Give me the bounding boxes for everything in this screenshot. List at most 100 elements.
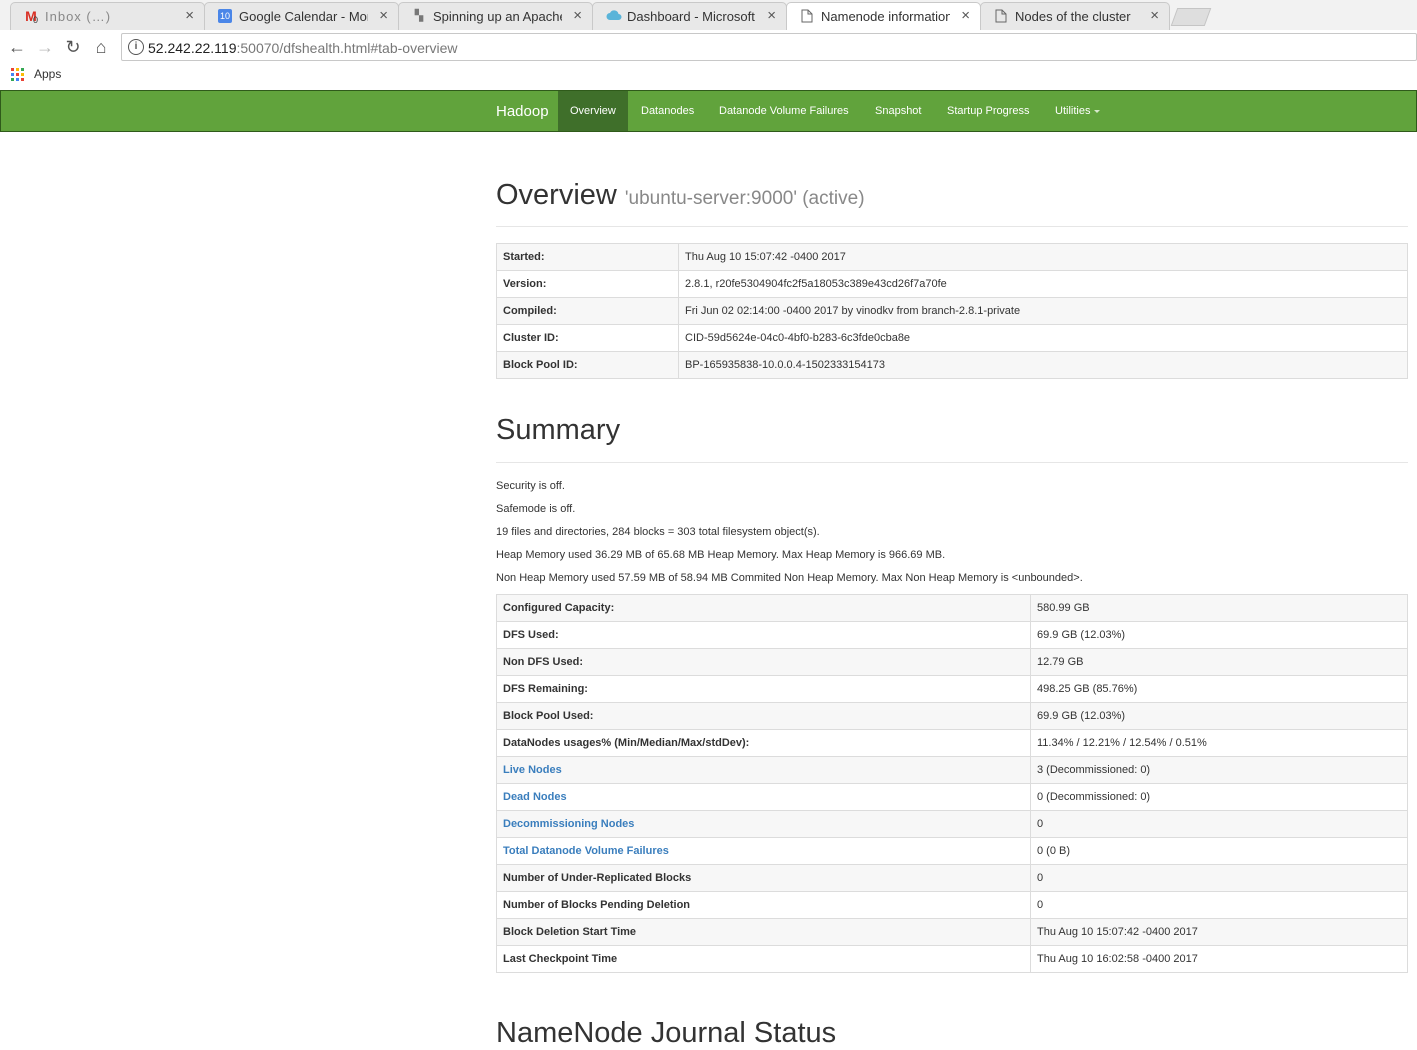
nav-datanode-volume-failures[interactable]: Datanode Volume Failures <box>707 91 861 131</box>
row-label: Dead Nodes <box>496 783 1031 811</box>
summary-table: Configured Capacity: 580.99 GB DFS Used: 69… <box>496 594 1408 973</box>
tab-title: Google Calendar - Month <box>239 9 368 24</box>
row-label: Configured Capacity: <box>496 594 1031 622</box>
gmail-badge: 0 <box>33 15 39 25</box>
dead-nodes-link[interactable]: Dead Nodes <box>503 791 567 803</box>
nav-overview[interactable]: Overview <box>558 91 628 131</box>
row-value: 3 (Decommissioned: 0) <box>1030 756 1408 784</box>
row-value: 498.25 GB (85.76%) <box>1030 675 1408 703</box>
row-label: Compiled: <box>496 297 679 325</box>
row-label: Number of Blocks Pending Deletion <box>496 891 1031 919</box>
row-label: Non DFS Used: <box>496 648 1031 676</box>
row-value: 580.99 GB <box>1030 594 1408 622</box>
row-value: Thu Aug 10 15:07:42 -0400 2017 <box>1030 918 1408 946</box>
info-icon[interactable]: i <box>128 39 144 55</box>
table-row: Block Pool ID: BP-165935838-10.0.0.4-1502… <box>496 351 1408 379</box>
browser-tab-namenode[interactable]: Namenode information × <box>786 2 981 30</box>
close-tab-icon[interactable]: × <box>767 7 776 24</box>
table-row: Decommissioning Nodes 0 <box>496 810 1408 838</box>
row-label: Block Deletion Start Time <box>496 918 1031 946</box>
home-icon[interactable]: ⌂ <box>90 36 112 58</box>
row-value: CID-59d5624e-04c0-4bf0-b283-6c3fde0cba8e <box>678 324 1408 352</box>
table-row: Non DFS Used: 12.79 GB <box>496 648 1408 676</box>
overview-table: Started: Thu Aug 10 15:07:42 -0400 2017 Ve… <box>496 243 1408 379</box>
tab-title: Spinning up an Apache S <box>433 9 562 24</box>
browser-tab-calendar[interactable]: 10 Google Calendar - Month × <box>204 2 399 30</box>
row-label: Live Nodes <box>496 756 1031 784</box>
table-row: Block Pool Used: 69.9 GB (12.03%) <box>496 702 1408 730</box>
table-row: Compiled: Fri Jun 02 02:14:00 -0400 2017 … <box>496 297 1408 325</box>
table-row: DFS Remaining: 498.25 GB (85.76%) <box>496 675 1408 703</box>
cloud-icon <box>606 9 622 23</box>
table-row: Block Deletion Start Time Thu Aug 10 15:0… <box>496 918 1408 946</box>
nav-startup-progress[interactable]: Startup Progress <box>935 91 1042 131</box>
browser-tab-spinning[interactable]: ▚ Spinning up an Apache S × <box>398 2 593 30</box>
row-label: DFS Used: <box>496 621 1031 649</box>
table-row: Started: Thu Aug 10 15:07:42 -0400 2017 <box>496 243 1408 271</box>
new-tab-button[interactable] <box>1170 8 1212 26</box>
row-label: Cluster ID: <box>496 324 679 352</box>
row-value: 69.9 GB (12.03%) <box>1030 702 1408 730</box>
table-row: Number of Blocks Pending Deletion 0 <box>496 891 1408 919</box>
live-nodes-link[interactable]: Live Nodes <box>503 764 562 776</box>
divider <box>496 226 1408 227</box>
bookmark-apps[interactable]: Apps <box>34 67 61 81</box>
document-icon <box>800 9 814 23</box>
summary-line: 19 files and directories, 284 blocks = 3… <box>496 526 820 538</box>
row-value: 2.8.1, r20fe5304904fc2f5a18053c389e43cd2… <box>678 270 1408 298</box>
close-tab-icon[interactable]: × <box>379 7 388 24</box>
row-value: 0 <box>1030 864 1408 892</box>
calendar-icon: 10 <box>218 9 232 23</box>
apps-grid-icon[interactable] <box>11 68 24 81</box>
row-label: Decommissioning Nodes <box>496 810 1031 838</box>
forward-icon[interactable]: → <box>34 36 56 58</box>
row-value: Thu Aug 10 16:02:58 -0400 2017 <box>1030 945 1408 973</box>
row-value: 69.9 GB (12.03%) <box>1030 621 1408 649</box>
navbar-brand[interactable]: Hadoop <box>496 103 549 120</box>
nav-datanodes[interactable]: Datanodes <box>629 91 706 131</box>
row-label: Number of Under-Replicated Blocks <box>496 864 1031 892</box>
row-value: 11.34% / 12.21% / 12.54% / 0.51% <box>1030 729 1408 757</box>
row-label: DFS Remaining: <box>496 675 1031 703</box>
nav-snapshot[interactable]: Snapshot <box>863 91 933 131</box>
row-value: Thu Aug 10 15:07:42 -0400 2017 <box>678 243 1408 271</box>
summary-heading: Summary <box>496 414 621 446</box>
browser-tab-gmail[interactable]: M 0 Inbox (…) × <box>10 2 205 30</box>
url-text: 52.242.22.119:50070/dfshealth.html#tab-o… <box>148 40 458 56</box>
browser-tabstrip: M 0 Inbox (…) × 10 Google Calendar - Mon… <box>0 0 1417 30</box>
back-icon[interactable]: ← <box>6 36 28 58</box>
row-label: Started: <box>496 243 679 271</box>
browser-tab-azure[interactable]: Dashboard - Microsoft A × <box>592 2 787 30</box>
row-label: Block Pool ID: <box>496 351 679 379</box>
address-bar[interactable]: i 52.242.22.119:50070/dfshealth.html#tab… <box>121 33 1417 61</box>
row-value: 0 (Decommissioned: 0) <box>1030 783 1408 811</box>
table-row: Last Checkpoint Time Thu Aug 10 16:02:58 … <box>496 945 1408 973</box>
row-value: BP-165935838-10.0.0.4-1502333154173 <box>678 351 1408 379</box>
decommissioning-nodes-link[interactable]: Decommissioning Nodes <box>503 818 634 830</box>
row-label: DataNodes usages% (Min/Median/Max/stdDev… <box>496 729 1031 757</box>
overview-subtitle: 'ubuntu-server:9000' (active) <box>624 188 865 209</box>
page-icon: ▚ <box>414 10 424 22</box>
row-value: 12.79 GB <box>1030 648 1408 676</box>
close-tab-icon[interactable]: × <box>573 7 582 24</box>
overview-heading: Overview 'ubuntu-server:9000' (active) <box>496 179 865 211</box>
table-row: Dead Nodes 0 (Decommissioned: 0) <box>496 783 1408 811</box>
document-icon <box>994 9 1008 23</box>
browser-toolbar: ← → ↻ ⌂ i 52.242.22.119:50070/dfshealth.… <box>0 30 1417 65</box>
row-label: Last Checkpoint Time <box>496 945 1031 973</box>
close-tab-icon[interactable]: × <box>185 7 194 24</box>
table-row: DFS Used: 69.9 GB (12.03%) <box>496 621 1408 649</box>
tab-title: Nodes of the cluster <box>1015 9 1131 24</box>
close-tab-icon[interactable]: × <box>961 7 970 24</box>
chevron-down-icon <box>1094 109 1101 113</box>
total-datanode-volume-failures-link[interactable]: Total Datanode Volume Failures <box>503 845 669 857</box>
tab-title: Inbox (…) <box>45 9 112 24</box>
summary-line: Non Heap Memory used 57.59 MB of 58.94 M… <box>496 572 1083 584</box>
reload-icon[interactable]: ↻ <box>62 36 84 58</box>
row-value: 0 <box>1030 891 1408 919</box>
nav-utilities[interactable]: Utilities <box>1043 91 1112 131</box>
browser-tab-nodes[interactable]: Nodes of the cluster × <box>980 2 1170 30</box>
close-tab-icon[interactable]: × <box>1150 7 1159 24</box>
journal-heading: NameNode Journal Status <box>496 1017 837 1049</box>
row-label: Total Datanode Volume Failures <box>496 837 1031 865</box>
